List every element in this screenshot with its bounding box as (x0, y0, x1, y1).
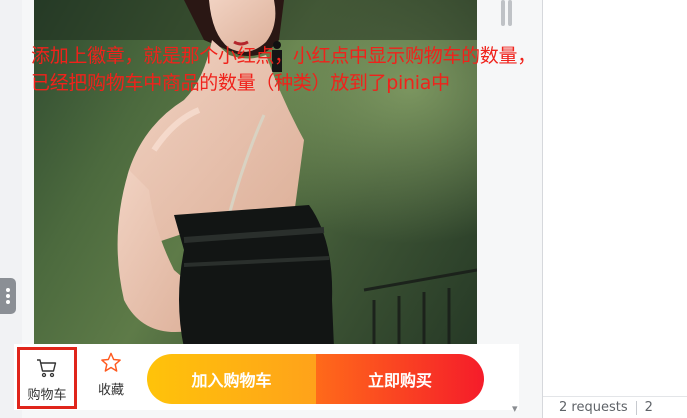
buy-now-button[interactable]: 立即购买 (316, 354, 484, 404)
side-menu-handle[interactable] (0, 278, 16, 314)
cart-button[interactable]: 购物车 (17, 347, 77, 409)
chevron-down-icon[interactable]: ▾ (512, 402, 518, 415)
purchase-button-group: 加入购物车 立即购买 (147, 354, 484, 404)
scrollbar-thumb[interactable] (501, 0, 505, 26)
transfer-summary: 2 (644, 400, 653, 415)
star-icon (101, 352, 121, 372)
status-divider (635, 400, 637, 415)
cart-icon (37, 359, 57, 378)
more-vertical-icon (6, 288, 10, 304)
product-action-bar: 购物车 收藏 加入购物车 立即购买 (14, 344, 519, 410)
favorite-label: 收藏 (97, 383, 124, 398)
scrollbar-thumb-secondary[interactable] (508, 0, 512, 26)
cart-label: 购物车 (27, 388, 67, 403)
favorite-button[interactable]: 收藏 (86, 352, 136, 408)
devtools-panel: 2 requests 2 (542, 0, 687, 418)
add-to-cart-button[interactable]: 加入购物车 (147, 354, 316, 404)
requests-count: 2 requests (559, 400, 628, 415)
devtools-status-bar: 2 requests 2 (543, 396, 687, 418)
